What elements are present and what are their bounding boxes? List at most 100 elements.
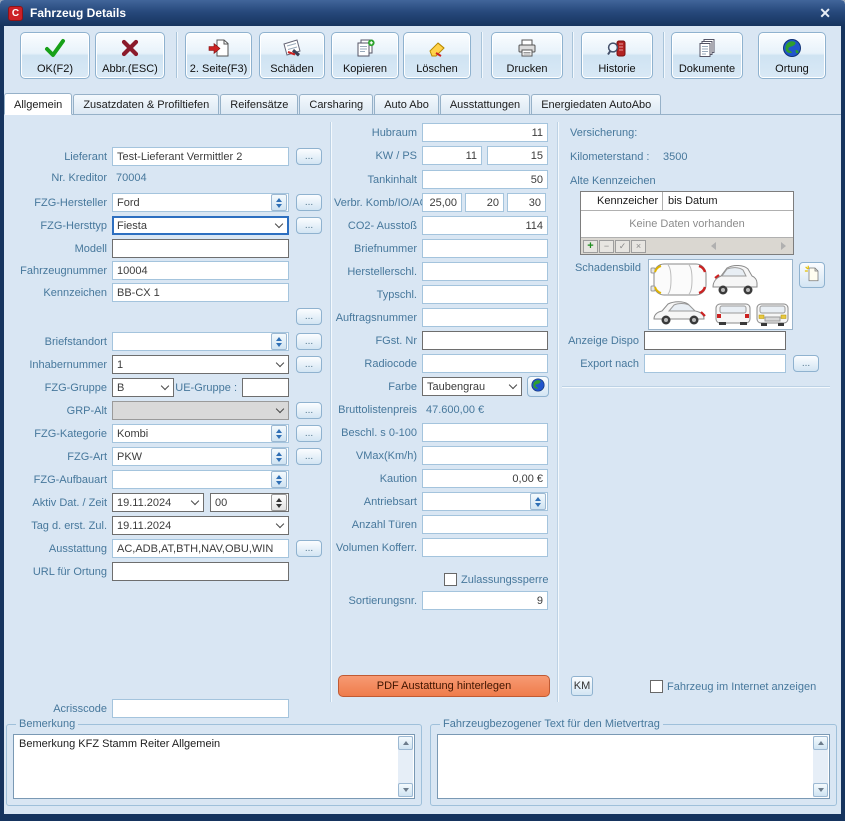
url-ortung-input[interactable] <box>112 562 289 581</box>
fzg-gruppe-combo[interactable]: B <box>112 378 174 397</box>
spin-up-icon[interactable] <box>276 498 282 502</box>
verbrauch-io-input[interactable] <box>465 193 504 212</box>
bemerkung-scrollbar[interactable] <box>398 736 413 797</box>
dropdown-chevron-icon[interactable] <box>271 218 287 233</box>
zweite-seite-button[interactable]: 2. Seite(F3) <box>185 32 252 79</box>
lieferant-input[interactable] <box>112 147 289 166</box>
titlebar[interactable]: C Fahrzeug Details ✕ <box>0 0 845 26</box>
fzg-hersttyp-browse-button[interactable]: ... <box>296 217 322 234</box>
briefstandort-spinedit[interactable] <box>112 332 289 351</box>
fzg-aufbauart-spin-buttons[interactable] <box>271 471 287 488</box>
tankinhalt-input[interactable] <box>422 170 548 189</box>
herstellerschl-input[interactable] <box>422 262 548 281</box>
verbrauch-komb-input[interactable] <box>422 193 462 212</box>
kennzeichen-input[interactable] <box>112 283 289 302</box>
fzg-art-browse-button[interactable]: ... <box>296 448 322 465</box>
historie-button[interactable]: Historie <box>581 32 653 79</box>
column-kennzeichen[interactable]: Kennzeicher <box>581 192 663 210</box>
spin-down-icon[interactable] <box>276 481 282 485</box>
spin-up-icon[interactable] <box>276 198 282 202</box>
dokumente-button[interactable]: Dokumente <box>671 32 743 79</box>
grp-alt-browse-button[interactable]: ... <box>296 402 322 419</box>
fzg-hersttyp-combo[interactable]: Fiesta <box>112 216 289 235</box>
mietvertrag-textarea[interactable] <box>439 736 812 797</box>
inhabernummer-combo[interactable]: 1 <box>112 355 289 374</box>
table-add-button[interactable]: + <box>583 240 598 253</box>
table-next-icon[interactable] <box>781 242 786 250</box>
spin-down-icon[interactable] <box>276 458 282 462</box>
loeschen-button[interactable]: Löschen <box>403 32 471 79</box>
spin-down-icon[interactable] <box>276 343 282 347</box>
anzahl-tueren-input[interactable] <box>422 515 548 534</box>
beschleunigung-input[interactable] <box>422 423 548 442</box>
spin-up-icon[interactable] <box>276 475 282 479</box>
mietvertrag-scrollbar[interactable] <box>813 736 828 797</box>
schaeden-button[interactable]: Schäden <box>259 32 325 79</box>
lieferant-browse-button[interactable]: ... <box>296 148 322 165</box>
scroll-up-button[interactable] <box>398 736 413 750</box>
tab-zusatzdaten[interactable]: Zusatzdaten & Profiltiefen <box>73 94 219 114</box>
anzeige-dispo-input[interactable] <box>644 331 786 350</box>
zulassungssperre-checkbox[interactable] <box>444 573 457 586</box>
spin-up-icon[interactable] <box>535 497 541 501</box>
tab-reifensaetze[interactable]: Reifensätze <box>220 94 298 114</box>
ps-input[interactable] <box>487 146 548 165</box>
fzg-kategorie-browse-button[interactable]: ... <box>296 425 322 442</box>
fzg-art-spin-buttons[interactable] <box>271 448 287 465</box>
grp-alt-combo[interactable] <box>112 401 289 420</box>
spin-down-icon[interactable] <box>276 204 282 208</box>
acrisscode-input[interactable] <box>112 699 289 718</box>
column-bis-datum[interactable]: bis Datum <box>663 195 793 207</box>
kaution-input[interactable] <box>422 469 548 488</box>
ausstattung-browse-button[interactable]: ... <box>296 540 322 557</box>
scroll-track[interactable] <box>398 750 413 783</box>
aktiv-zeit-spinedit[interactable]: 00 <box>210 493 289 512</box>
dropdown-chevron-icon[interactable] <box>272 517 288 534</box>
fzg-kategorie-spin-buttons[interactable] <box>271 425 287 442</box>
bemerkung-textarea[interactable]: Bemerkung KFZ Stamm Reiter Allgemein <box>15 736 397 797</box>
ue-gruppe-input[interactable] <box>242 378 289 397</box>
inhabernummer-browse-button[interactable]: ... <box>296 356 322 373</box>
ortung-button[interactable]: Ortung <box>758 32 826 79</box>
tab-allgemein[interactable]: Allgemein <box>4 93 72 115</box>
antriebsart-spin-buttons[interactable] <box>530 493 546 510</box>
farbe-web-button[interactable] <box>527 376 549 397</box>
table-cancel-button[interactable]: × <box>631 240 646 253</box>
table-remove-button[interactable]: − <box>599 240 614 253</box>
spin-up-icon[interactable] <box>276 429 282 433</box>
dropdown-chevron-icon[interactable] <box>505 378 521 395</box>
schadensbild-image[interactable] <box>648 259 793 330</box>
volumen-kofferraum-input[interactable] <box>422 538 548 557</box>
farbe-combo[interactable]: Taubengrau <box>422 377 522 396</box>
aktiv-zeit-spin-buttons[interactable] <box>271 494 287 511</box>
table-post-button[interactable]: ✓ <box>615 240 630 253</box>
fzg-hersteller-browse-button[interactable]: ... <box>296 194 322 211</box>
scroll-down-button[interactable] <box>813 783 828 797</box>
tab-auto-abo[interactable]: Auto Abo <box>374 94 439 114</box>
modell-input[interactable] <box>112 239 289 258</box>
km-button[interactable]: KM <box>571 676 593 696</box>
fgst-nr-input[interactable] <box>422 331 548 350</box>
scroll-track[interactable] <box>813 750 828 783</box>
fzg-kategorie-spinedit[interactable]: Kombi <box>112 424 289 443</box>
table-prev-icon[interactable] <box>711 242 716 250</box>
spin-up-icon[interactable] <box>276 452 282 456</box>
tab-carsharing[interactable]: Carsharing <box>299 94 373 114</box>
dropdown-chevron-icon[interactable] <box>157 379 173 396</box>
spin-down-icon[interactable] <box>276 435 282 439</box>
fzg-hersteller-spinedit[interactable]: Ford <box>112 193 289 212</box>
tab-energiedaten[interactable]: Energiedaten AutoAbo <box>531 94 661 114</box>
briefnummer-input[interactable] <box>422 239 548 258</box>
hubraum-input[interactable] <box>422 123 548 142</box>
fzg-art-spinedit[interactable]: PKW <box>112 447 289 466</box>
briefstandort-browse-button[interactable]: ... <box>296 333 322 350</box>
abbrechen-button[interactable]: Abbr.(ESC) <box>95 32 165 79</box>
scroll-down-button[interactable] <box>398 783 413 797</box>
vmax-input[interactable] <box>422 446 548 465</box>
kennzeichen-browse-button[interactable]: ... <box>296 308 322 325</box>
fzg-hersteller-spin-buttons[interactable] <box>271 194 287 211</box>
kopieren-button[interactable]: Kopieren <box>331 32 399 79</box>
close-button[interactable]: ✕ <box>813 5 837 22</box>
typschl-input[interactable] <box>422 285 548 304</box>
tab-ausstattungen[interactable]: Ausstattungen <box>440 94 530 114</box>
